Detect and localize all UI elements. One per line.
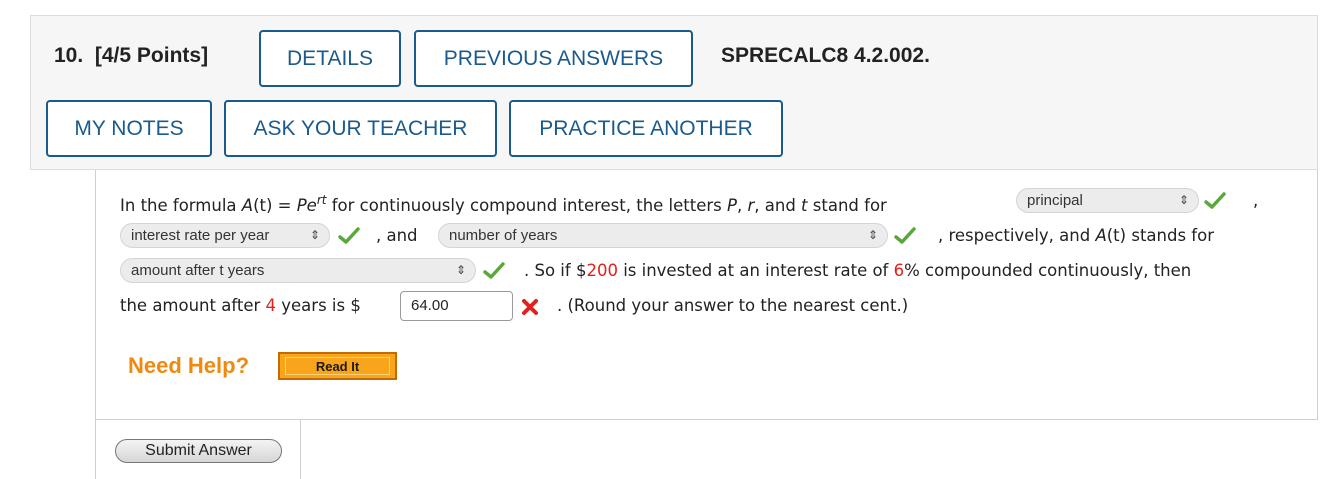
check-icon xyxy=(894,227,916,244)
text-segment: , and xyxy=(754,196,802,215)
course-code: SPRECALC8 4.2.002. xyxy=(721,44,930,67)
text-segment: for continuously compound interest, the … xyxy=(326,196,728,215)
answer-select-3[interactable]: number of years ⇕ xyxy=(438,223,888,248)
text-segment: . So if $ xyxy=(524,261,587,280)
practice-another-button[interactable]: PRACTICE ANOTHER xyxy=(509,100,783,157)
formula-var-pe: Pe xyxy=(296,196,317,215)
details-button[interactable]: DETAILS xyxy=(259,30,401,87)
x-mark-icon xyxy=(522,299,538,315)
text-segment: is invested at an interest rate of xyxy=(617,261,894,280)
answer-input-1[interactable]: 64.00 xyxy=(400,291,513,321)
answer-select-1[interactable]: principal ⇕ xyxy=(1016,188,1199,213)
var-p: P xyxy=(727,196,737,215)
question-text: In the formula A(t) = Pert for continuou… xyxy=(120,183,1310,323)
chevron-updown-icon: ⇕ xyxy=(1178,193,1189,207)
select-value: amount after t years xyxy=(131,262,265,279)
principal-value: 200 xyxy=(586,261,618,280)
text-segment: . (Round your answer to the nearest cent… xyxy=(557,296,909,315)
text-segment: , and xyxy=(376,226,418,245)
text-segment: % compounded continuously, then xyxy=(904,261,1192,280)
text-segment: (t) xyxy=(1106,226,1127,245)
select-value: interest rate per year xyxy=(131,227,270,244)
rate-value: 6 xyxy=(893,261,905,280)
question-line-4: the amount after 4 years is $ 64.00 . (R… xyxy=(120,288,1310,323)
chevron-updown-icon: ⇕ xyxy=(309,228,320,242)
submit-answer-button[interactable]: Submit Answer xyxy=(115,439,282,463)
question-line-3: amount after t years ⇕ . So if $200 is i… xyxy=(120,253,1310,288)
text-segment: , xyxy=(736,196,748,215)
check-icon xyxy=(338,227,360,244)
answer-select-4[interactable]: amount after t years ⇕ xyxy=(120,258,476,283)
text-segment: years is $ xyxy=(276,296,361,315)
read-it-label: Read It xyxy=(315,358,360,374)
text-segment: stand for xyxy=(807,196,887,215)
text-segment: , respectively, and xyxy=(938,226,1096,245)
question-number-points: 10. [4/5 Points] xyxy=(54,44,208,68)
check-icon xyxy=(483,262,505,279)
read-it-button[interactable]: Read It xyxy=(278,352,397,380)
select-value: principal xyxy=(1027,192,1083,209)
formula-text: (t) = xyxy=(253,196,297,215)
years-value: 4 xyxy=(265,296,277,315)
formula-var-a: A xyxy=(241,196,254,215)
var-a: A xyxy=(1095,226,1107,245)
question-line-1: In the formula A(t) = Pert for continuou… xyxy=(120,183,1310,218)
previous-answers-button[interactable]: PREVIOUS ANSWERS xyxy=(414,30,693,87)
text-segment: the amount after 4 years is $ xyxy=(120,288,361,323)
chevron-updown-icon: ⇕ xyxy=(867,228,878,242)
question-number: 10. xyxy=(54,44,84,67)
ask-your-teacher-button[interactable]: ASK YOUR TEACHER xyxy=(224,100,497,157)
select-value: number of years xyxy=(449,227,558,244)
answer-select-2[interactable]: interest rate per year ⇕ xyxy=(120,223,330,248)
text-segment: the amount after xyxy=(120,296,266,315)
question-points: [4/5 Points] xyxy=(94,44,209,67)
text-segment: stands for xyxy=(1126,226,1214,245)
need-help-label: Need Help? xyxy=(128,353,250,378)
text-segment: . So if $200 is invested at an interest … xyxy=(524,253,1191,288)
question-line-2: interest rate per year ⇕ , and number of… xyxy=(120,218,1310,253)
chevron-updown-icon: ⇕ xyxy=(455,263,466,277)
text-segment: In the formula xyxy=(120,196,242,215)
text-segment: , xyxy=(1253,191,1259,210)
my-notes-button[interactable]: MY NOTES xyxy=(46,100,212,157)
check-icon xyxy=(1204,192,1226,209)
text-segment: , respectively, and A(t) stands for xyxy=(938,218,1214,253)
